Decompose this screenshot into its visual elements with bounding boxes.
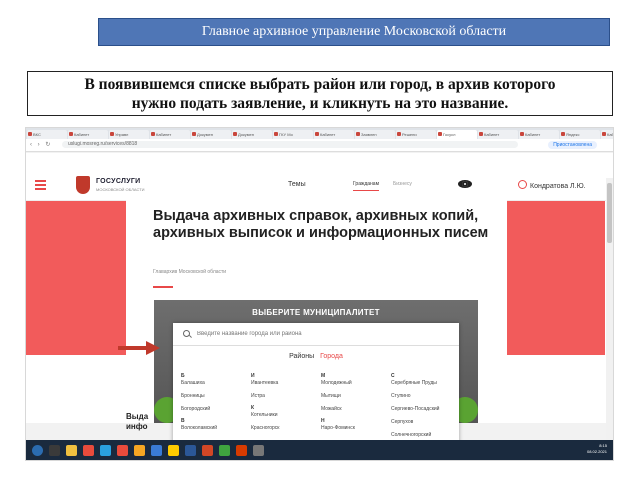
municipality-title: ВЫБЕРИТЕ МУНИЦИПАЛИТЕТ: [252, 308, 380, 317]
municipality-link[interactable]: Балашиха: [181, 379, 251, 392]
browser-tab[interactable]: Кабинет: [68, 130, 108, 139]
browser-tab[interactable]: Заявлен: [355, 130, 395, 139]
municipality-column: И Ивантеевка Истра К Котельники Красногорск: [251, 373, 321, 437]
page-title: Выдача архивных справок, архивных копий,…: [153, 208, 489, 241]
user-menu[interactable]: Кондратова Л.Ю.: [518, 180, 586, 190]
nav-arrows-icon[interactable]: ‹ › ↻: [30, 141, 52, 148]
municipality-column: Б Балашиха Бронницы Богородский В Волоколамск…: [181, 373, 251, 437]
nav-citizens[interactable]: Гражданам: [353, 181, 380, 191]
taskbar-app-icon[interactable]: [168, 444, 179, 456]
instruction-line-2: нужно подать заявление, и кликнуть на эт…: [131, 95, 509, 112]
toggle-cities[interactable]: Города: [320, 353, 343, 360]
municipality-link[interactable]: Наро-Фоминск: [321, 424, 391, 437]
municipality-link[interactable]: Богородский: [181, 405, 251, 418]
logo-title[interactable]: ГОСУСЛУГИ: [96, 178, 141, 185]
municipality-link[interactable]: Серпухов: [391, 418, 461, 431]
taskbar-app-icon[interactable]: [32, 444, 43, 456]
browser-tab[interactable]: ГКУ Мо: [273, 130, 313, 139]
taskbar-app-icon[interactable]: [66, 444, 77, 456]
instruction-box: В появившемся списке выбрать район или г…: [27, 71, 613, 116]
browser-tab[interactable]: Яндекс: [560, 130, 600, 139]
pointer-arrow-icon: [118, 341, 160, 355]
nav-topics[interactable]: Темы: [288, 181, 306, 188]
system-clock[interactable]: 8:15 08.02.2021: [587, 443, 607, 455]
taskbar-app-icon[interactable]: [100, 444, 111, 456]
taskbar-app-icon[interactable]: [202, 444, 213, 456]
browser-tab[interactable]: Кабинет: [601, 130, 613, 139]
instruction-line-1: В появившемся списке выбрать район или г…: [84, 76, 556, 93]
user-icon: [518, 180, 527, 189]
taskbar-app-icon[interactable]: [253, 444, 264, 456]
municipality-link[interactable]: Можайск: [321, 405, 391, 418]
municipality-link[interactable]: Серебряные Пруды: [391, 379, 461, 392]
municipality-link[interactable]: Мытищи: [321, 392, 391, 405]
browser-tab[interactable]: Кабинет: [150, 130, 190, 139]
municipality-search-input[interactable]: [197, 328, 437, 339]
municipality-link[interactable]: Истра: [251, 392, 321, 405]
toggle-districts[interactable]: Районы: [289, 353, 314, 360]
municipality-search[interactable]: [173, 323, 459, 346]
municipality-link[interactable]: Волоколамский: [181, 424, 251, 437]
taskbar-app-icon[interactable]: [185, 444, 196, 456]
municipality-link[interactable]: Красногорск: [251, 424, 321, 437]
menu-icon[interactable]: [35, 180, 46, 190]
browser-tab-bar: ВКС Кабинет Управл Кабинет Докумен Докумен ГКУ…: [26, 128, 613, 139]
page-title-cut: Выда: [126, 412, 149, 421]
clock-date: 08.02.2021: [586, 449, 607, 454]
slide-banner: Главное архивное управление Московской о…: [98, 18, 610, 46]
browser-screenshot: ВКС Кабинет Управл Кабинет Докумен Докумен ГКУ…: [25, 127, 614, 461]
taskbar-app-icon[interactable]: [83, 444, 94, 456]
profile-button[interactable]: Приостановлена: [548, 141, 597, 149]
browser-tab[interactable]: Кабинет: [314, 130, 354, 139]
municipality-link[interactable]: Котельники: [251, 411, 321, 424]
low-vision-eye-icon[interactable]: [458, 180, 472, 188]
municipality-column: С Серебряные Пруды Ступино Сергиево-Посадск…: [391, 373, 461, 444]
search-icon: [183, 330, 190, 337]
browser-tab[interactable]: Решени: [396, 130, 436, 139]
taskbar-app-icon[interactable]: [219, 444, 230, 456]
windows-taskbar: 8:15 08.02.2021: [26, 440, 613, 460]
browser-tab[interactable]: Управл: [109, 130, 149, 139]
browser-tab[interactable]: Кабинет: [478, 130, 518, 139]
coat-of-arms-logo[interactable]: [76, 176, 90, 194]
page-scrollbar[interactable]: [606, 178, 613, 448]
taskbar-app-icon[interactable]: [236, 444, 247, 456]
red-side-left: [26, 199, 126, 355]
taskbar-app-icon[interactable]: [151, 444, 162, 456]
municipality-link[interactable]: Бронницы: [181, 392, 251, 405]
district-city-toggle: Районы Города: [173, 353, 459, 360]
taskbar-app-icon[interactable]: [134, 444, 145, 456]
taskbar-app-icon[interactable]: [49, 444, 60, 456]
browser-tab[interactable]: Докумен: [191, 130, 231, 139]
nav-business[interactable]: Бизнесу: [393, 181, 412, 187]
browser-tab[interactable]: Докумен: [232, 130, 272, 139]
municipality-link[interactable]: Молодежный: [321, 379, 391, 392]
page-title-cut-2: инфо: [126, 422, 148, 431]
municipality-link[interactable]: Ступино: [391, 392, 461, 405]
browser-tab[interactable]: ВКС: [27, 130, 67, 139]
red-side-right: [507, 199, 605, 355]
browser-tab[interactable]: Кабинет: [519, 130, 559, 139]
page-org: Главархив Московской области: [153, 269, 227, 275]
municipality-column: М Молодежный Мытищи Можайск Н Наро-Фоминск: [321, 373, 391, 437]
logo-subtitle: МОСКОВСКОЙ ОБЛАСТИ: [96, 187, 145, 192]
banner-title: Главное архивное управление Московской о…: [201, 24, 507, 39]
url-field[interactable]: uslugi.mosreg.ru/services/8818: [62, 141, 518, 148]
browser-tab[interactable]: Госусл: [437, 130, 477, 139]
scroll-thumb[interactable]: [607, 183, 612, 243]
site-header: ГОСУСЛУГИ МОСКОВСКОЙ ОБЛАСТИ Темы Гражда…: [26, 170, 606, 201]
address-bar: ‹ › ↻ uslugi.mosreg.ru/services/8818 При…: [26, 139, 613, 152]
municipality-link[interactable]: Ивантеевка: [251, 379, 321, 392]
taskbar-app-icon[interactable]: [117, 444, 128, 456]
municipality-link[interactable]: Сергиево-Посадский: [391, 405, 461, 418]
title-underline: [153, 286, 173, 288]
user-name: Кондратова Л.Ю.: [530, 183, 586, 190]
